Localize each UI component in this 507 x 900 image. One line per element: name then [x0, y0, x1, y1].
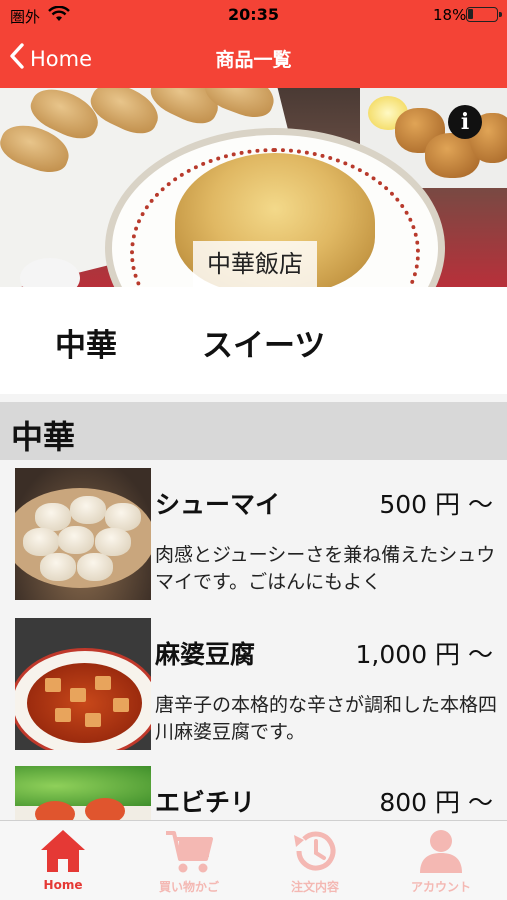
product-price: 800 円 〜	[379, 788, 493, 817]
section-header: 中華	[0, 402, 507, 460]
app-screen: 圏外 20:35 18% Home 商品一覧 中華飯店 i 中華 スイーツ 中華…	[0, 0, 507, 900]
battery-percent: 18%	[433, 6, 467, 24]
tab-cart[interactable]: 買い物かご	[126, 821, 252, 900]
category-tabs: 中華 スイーツ	[0, 287, 507, 394]
shumai-image	[15, 468, 151, 600]
shop-name-label: 中華飯店	[193, 241, 317, 287]
battery-icon	[466, 7, 502, 22]
info-icon[interactable]: i	[448, 105, 482, 139]
product-name: シューマイ	[155, 490, 281, 519]
tab-label: 注文内容	[290, 880, 339, 894]
cart-icon	[164, 827, 214, 875]
list-item[interactable]: 麻婆豆腐 1,000 円 〜 唐辛子の本格的な辛さが調和した本格四川麻婆豆腐です…	[0, 610, 507, 758]
home-icon	[38, 827, 88, 875]
product-list: シューマイ 500 円 〜 肉感とジューシーさを兼ね備えたシュウマイです。ごはん…	[0, 460, 507, 820]
tab-account[interactable]: アカウント	[378, 821, 504, 900]
history-icon	[290, 827, 340, 875]
tab-order-history[interactable]: 注文内容	[252, 821, 378, 900]
product-name: エビチリ	[155, 788, 256, 817]
clock: 20:35	[228, 5, 279, 24]
ebi-chili-image	[15, 766, 151, 820]
mapo-tofu-image	[15, 618, 151, 750]
page-title: 商品一覧	[215, 49, 292, 71]
status-bar: 圏外 20:35 18%	[0, 0, 507, 30]
product-price: 1,000 円 〜	[355, 640, 493, 669]
tab-label: 買い物かご	[158, 880, 219, 894]
category-tab-sweets[interactable]: スイーツ	[202, 320, 325, 365]
shop-hero-image: 中華飯店 i	[0, 88, 507, 287]
list-item[interactable]: エビチリ 800 円 〜	[0, 758, 507, 820]
account-icon	[416, 827, 466, 875]
tab-label: アカウント	[410, 880, 471, 894]
list-item[interactable]: シューマイ 500 円 〜 肉感とジューシーさを兼ね備えたシュウマイです。ごはん…	[0, 460, 507, 608]
product-name: 麻婆豆腐	[155, 640, 256, 669]
section-title: 中華	[11, 418, 76, 456]
tab-label: Home	[43, 878, 83, 892]
tab-home[interactable]: Home	[0, 821, 126, 900]
navigation-bar: Home 商品一覧	[0, 30, 507, 88]
bottom-tab-bar: Home 買い物かご 注文内容 アカウント	[0, 820, 507, 900]
category-tab-chuka[interactable]: 中華	[55, 320, 117, 365]
product-description: 唐辛子の本格的な辛さが調和した本格四川麻婆豆腐です。	[155, 694, 498, 743]
product-price: 500 円 〜	[379, 490, 493, 519]
product-description: 肉感とジューシーさを兼ね備えたシュウマイです。ごはんにもよく	[155, 544, 496, 593]
